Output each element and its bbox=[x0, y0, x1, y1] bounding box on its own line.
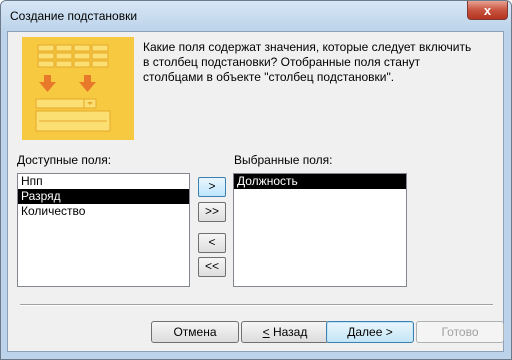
close-button[interactable]: x bbox=[467, 1, 508, 20]
list-item[interactable]: Разряд bbox=[18, 189, 189, 204]
remove-all-fields-button[interactable]: << bbox=[198, 257, 226, 277]
lookup-wizard-illustration-icon bbox=[22, 37, 134, 140]
selected-fields-list[interactable]: Должность bbox=[233, 173, 407, 287]
list-item[interactable]: Должность bbox=[234, 174, 406, 189]
window-title: Создание подстановки bbox=[10, 9, 138, 23]
list-item[interactable]: Нпп bbox=[18, 174, 189, 189]
footer-separator bbox=[20, 304, 493, 306]
finish-button[interactable]: Готово bbox=[416, 321, 504, 343]
back-accelerator: < bbox=[262, 325, 270, 339]
back-label: Назад bbox=[269, 325, 308, 339]
add-all-fields-button[interactable]: >> bbox=[198, 202, 226, 222]
remove-field-button[interactable]: < bbox=[198, 233, 226, 253]
next-label: алее > bbox=[355, 325, 393, 339]
add-field-button[interactable]: > bbox=[198, 177, 226, 197]
cancel-button[interactable]: Отмена bbox=[151, 321, 239, 343]
wizard-description: Какие поля содержат значения, которые сл… bbox=[143, 40, 472, 84]
available-fields-label: Доступные поля: bbox=[17, 153, 112, 167]
available-fields-list[interactable]: Нпп Разряд Количество bbox=[17, 173, 190, 287]
title-bar: Создание подстановки bbox=[1, 1, 511, 31]
selected-fields-label: Выбранные поля: bbox=[234, 153, 333, 167]
list-item[interactable]: Количество bbox=[18, 204, 189, 219]
next-button[interactable]: Далее > bbox=[326, 321, 414, 343]
close-icon: x bbox=[483, 3, 492, 18]
back-button[interactable]: < Назад bbox=[241, 321, 329, 343]
